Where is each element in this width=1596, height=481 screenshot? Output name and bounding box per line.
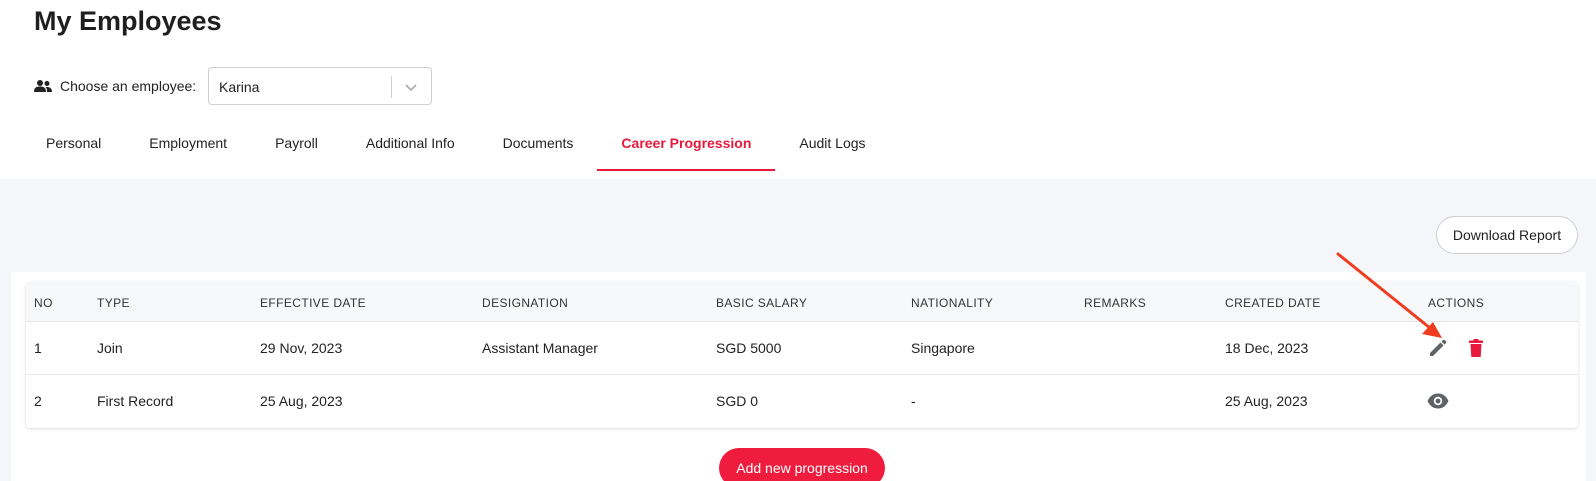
cell-effective-date: 29 Nov, 2023 (260, 340, 343, 356)
column-header-nationality: NATIONALITY (911, 296, 994, 310)
tab-audit-logs[interactable]: Audit Logs (775, 124, 889, 171)
cell-nationality: Singapore (911, 340, 975, 356)
employee-select-value: Karina (219, 79, 260, 95)
cell-no: 1 (34, 340, 42, 356)
download-report-button[interactable]: Download Report (1436, 216, 1578, 254)
tab-payroll[interactable]: Payroll (251, 124, 342, 171)
column-header-no: NO (34, 296, 53, 310)
employee-chooser: Choose an employee: Karina (34, 67, 432, 105)
annotation-arrow-icon (1336, 252, 1442, 338)
cell-nationality: - (911, 393, 916, 409)
cell-basic-salary: SGD 5000 (716, 340, 782, 356)
add-new-progression-button[interactable]: Add new progression (719, 448, 885, 481)
tab-career-progression[interactable]: Career Progression (597, 124, 776, 171)
cell-basic-salary: SGD 0 (716, 393, 759, 409)
cell-designation: Assistant Manager (482, 340, 598, 356)
cell-no: 2 (34, 393, 42, 409)
users-icon (34, 80, 52, 92)
column-header-remarks: REMARKS (1084, 296, 1147, 310)
cell-effective-date: 25 Aug, 2023 (260, 393, 343, 409)
cell-created-date: 18 Dec, 2023 (1225, 340, 1309, 356)
column-header-created-date: CREATED DATE (1225, 296, 1321, 310)
column-header-effective-date: EFFECTIVE DATE (260, 296, 367, 310)
tab-bar: Personal Employment Payroll Additional I… (22, 124, 890, 171)
tab-additional-info[interactable]: Additional Info (342, 124, 479, 171)
tab-employment[interactable]: Employment (125, 124, 251, 171)
column-header-type: TYPE (97, 296, 130, 310)
cell-type: First Record (97, 393, 174, 409)
tab-personal[interactable]: Personal (22, 124, 125, 171)
employee-select[interactable]: Karina (208, 67, 432, 105)
page-header: My Employees Choose an employee: Karina … (0, 0, 1596, 179)
table-row: 2 First Record 25 Aug, 2023 SGD 0 - 25 A… (26, 375, 1578, 428)
column-header-basic-salary: BASIC SALARY (716, 296, 808, 310)
page-title: My Employees (34, 6, 222, 36)
cell-type: Join (97, 340, 123, 356)
eye-icon[interactable] (1426, 389, 1450, 413)
trash-icon[interactable] (1464, 336, 1488, 360)
cell-created-date: 25 Aug, 2023 (1225, 393, 1308, 409)
column-header-designation: DESIGNATION (482, 296, 569, 310)
select-separator (391, 76, 392, 98)
chevron-down-icon[interactable] (403, 79, 419, 95)
chooser-label: Choose an employee: (60, 78, 197, 94)
tab-documents[interactable]: Documents (479, 124, 598, 171)
